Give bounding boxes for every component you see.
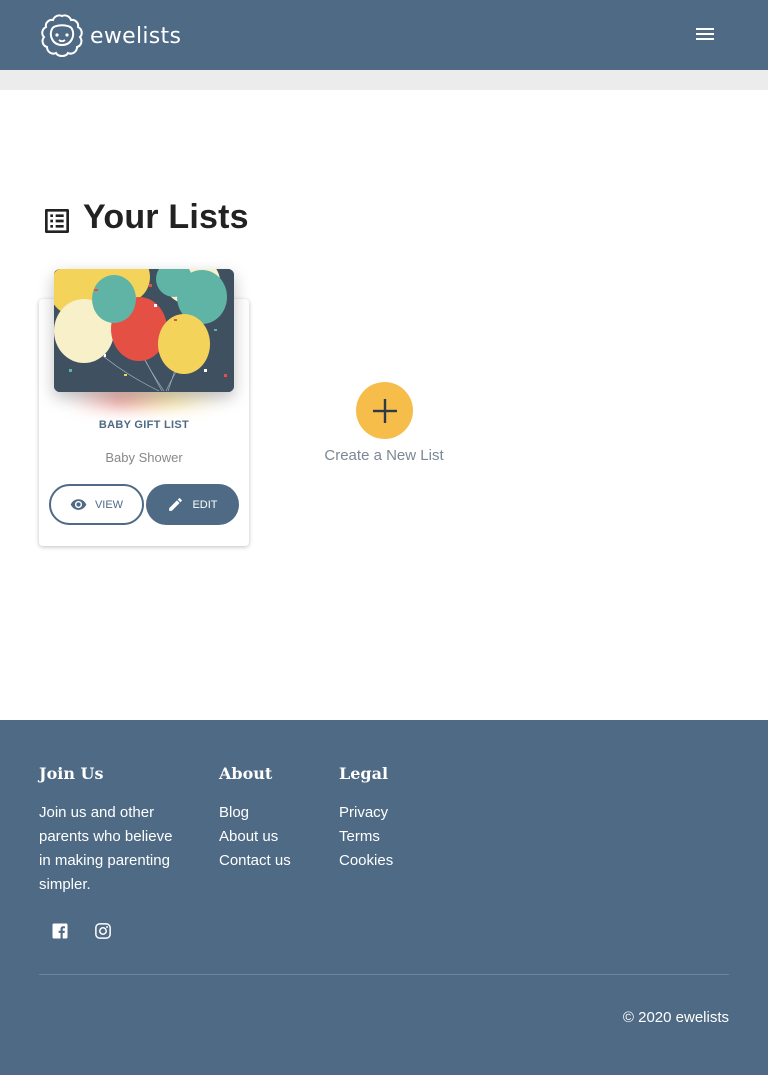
- edit-button-label: EDIT: [192, 498, 218, 511]
- top-app-bar: ewelists: [0, 0, 768, 70]
- join-text-line: Join us and other: [39, 804, 155, 821]
- facebook-icon[interactable]: [51, 922, 71, 942]
- page-title: Your Lists: [83, 197, 249, 236]
- plus-icon: [372, 398, 397, 423]
- footer-link-about-us[interactable]: About us: [219, 828, 278, 845]
- footer-link-blog[interactable]: Blog: [219, 804, 249, 821]
- join-text-line: simpler.: [39, 876, 91, 893]
- copyright: © 2020 ewelists: [622, 1009, 729, 1026]
- footer-link-contact-us[interactable]: Contact us: [219, 852, 291, 869]
- list-subtitle: Baby Shower: [105, 450, 183, 465]
- pencil-icon: [169, 498, 183, 511]
- header-subbar: [0, 70, 768, 90]
- balloons-image: [54, 269, 234, 392]
- create-list-label[interactable]: Create a New List: [300, 447, 468, 464]
- footer-divider: [39, 974, 729, 975]
- instagram-icon[interactable]: [94, 922, 114, 942]
- view-button[interactable]: VIEW: [49, 484, 144, 525]
- footer-link-terms[interactable]: Terms: [339, 828, 380, 845]
- join-text-line: parents who believe: [39, 828, 173, 845]
- footer-legal-heading: Legal: [339, 764, 389, 783]
- brand-logo[interactable]: ewelists: [39, 13, 181, 59]
- footer-join-heading: Join Us: [39, 764, 104, 783]
- list-card-image[interactable]: [54, 269, 234, 392]
- brand-name: ewelists: [90, 23, 182, 49]
- eye-icon: [70, 499, 87, 510]
- footer-link-cookies[interactable]: Cookies: [339, 852, 393, 869]
- menu-icon[interactable]: [693, 25, 717, 45]
- edit-button[interactable]: EDIT: [146, 484, 239, 525]
- join-text-line: in making parenting: [39, 852, 170, 869]
- create-list-button[interactable]: [356, 382, 413, 439]
- view-button-label: VIEW: [94, 498, 124, 511]
- footer-about-heading: About: [219, 764, 273, 783]
- sheep-logo-icon: [41, 14, 83, 57]
- footer-join-text: Join us and other parents who believe in…: [39, 801, 172, 897]
- footer-link-privacy[interactable]: Privacy: [339, 804, 388, 821]
- list-category: BABY GIFT LIST: [98, 419, 190, 431]
- page-heading: Your Lists: [41, 197, 249, 237]
- list-icon: [45, 209, 69, 233]
- footer: Join Us Join us and other parents who be…: [0, 720, 768, 1075]
